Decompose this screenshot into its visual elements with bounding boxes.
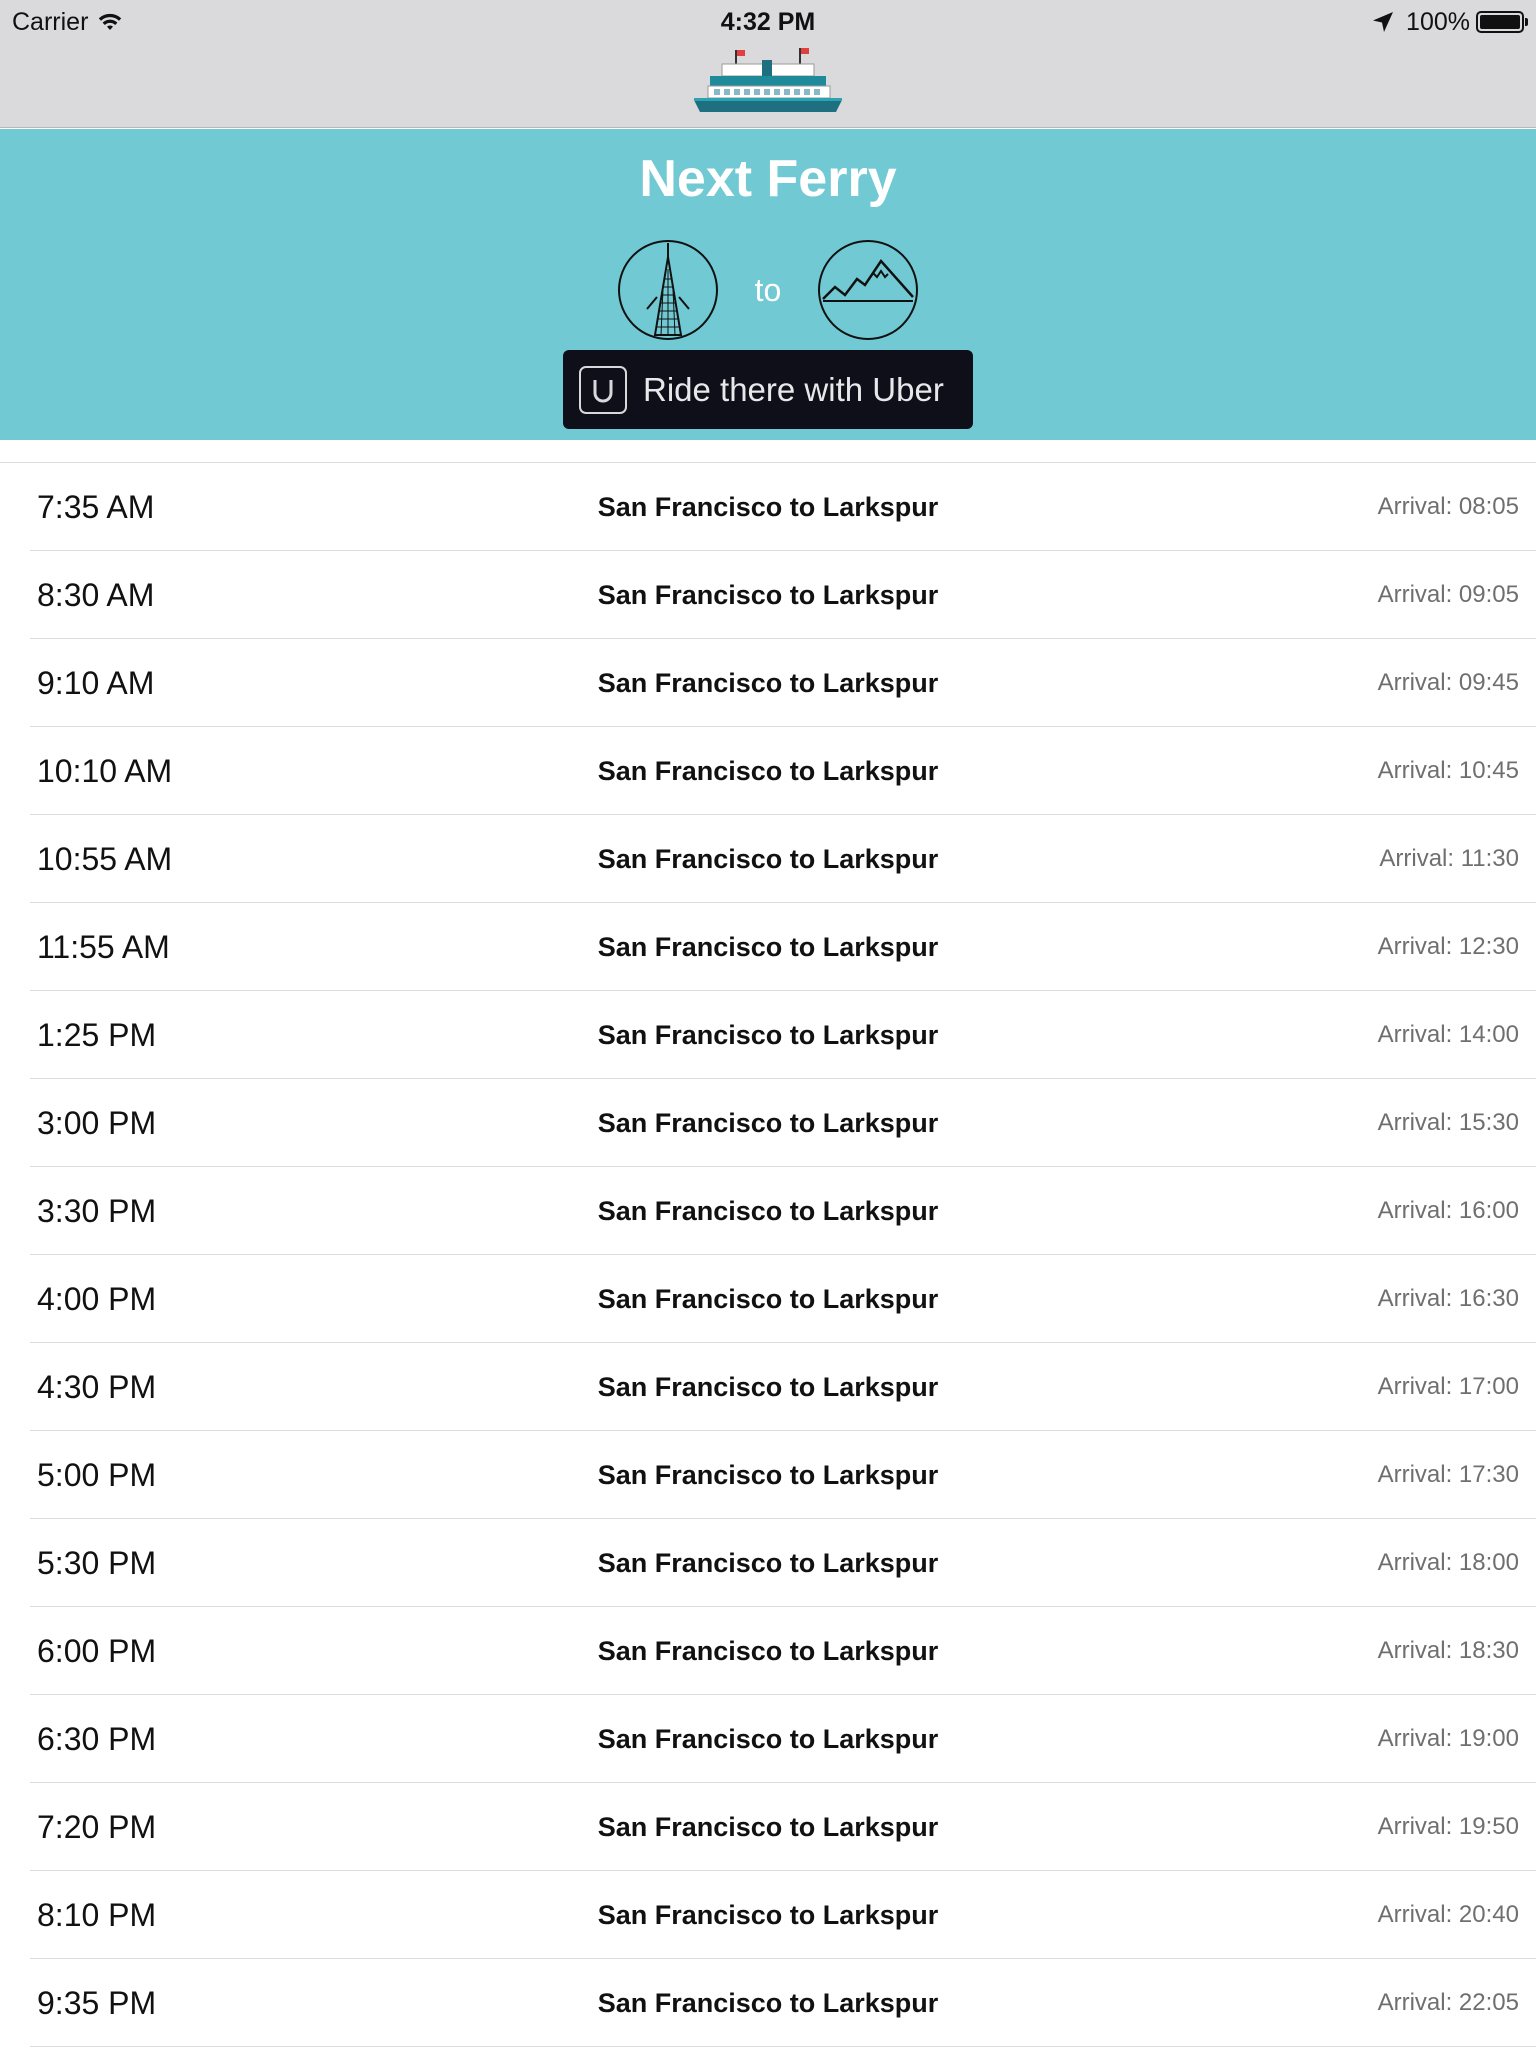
arrival-time: Arrival: 19:00 (1377, 1725, 1519, 1752)
schedule-row[interactable]: 10:55 AM San Francisco to Larkspur Arrival… (0, 815, 1536, 903)
schedule-row[interactable]: 9:10 AM San Francisco to Larkspur Arrival:… (0, 639, 1536, 727)
route-name: San Francisco to Larkspur (597, 492, 939, 522)
uber-logo-icon (579, 365, 627, 414)
route-name: San Francisco to Larkspur (597, 1812, 939, 1842)
arrival-time: Arrival: 08:05 (1377, 493, 1519, 520)
schedule-row[interactable]: 10:10 AM San Francisco to Larkspur Arrival… (0, 727, 1536, 815)
route-name: San Francisco to Larkspur (597, 932, 939, 962)
arrival-time: Arrival: 18:00 (1377, 1549, 1519, 1576)
route-name: San Francisco to Larkspur (597, 1196, 939, 1226)
route-name: San Francisco to Larkspur (597, 1020, 939, 1050)
route-connector-label: to (754, 271, 782, 308)
uber-button-label: Ride there with Uber (643, 370, 944, 408)
schedule-row[interactable]: 7:20 PM San Francisco to Larkspur Arrival:… (0, 1783, 1536, 1871)
navigation-bar: Carrier 4:32 PM 100% (0, 0, 1536, 128)
schedule-row[interactable]: 6:30 PM San Francisco to Larkspur Arrival:… (0, 1695, 1536, 1783)
status-time: 4:32 PM (720, 8, 816, 36)
route-name: San Francisco to Larkspur (597, 1372, 939, 1402)
schedule-row[interactable]: 3:00 PM San Francisco to Larkspur Arrival:… (0, 1079, 1536, 1167)
status-bar-right: 100% (1372, 4, 1528, 40)
schedule-row[interactable]: 5:30 PM San Francisco to Larkspur Arrival:… (0, 1519, 1536, 1607)
schedule-row[interactable]: 8:30 AM San Francisco to Larkspur Arrival:… (0, 551, 1536, 639)
page-title: Next Ferry (639, 150, 897, 208)
schedule-row[interactable]: 1:25 PM San Francisco to Larkspur Arrival:… (0, 991, 1536, 1079)
ferry-schedule-list: 7:35 AM San Francisco to Larkspur Arrival:… (0, 440, 1536, 2047)
arrival-time: Arrival: 09:05 (1377, 581, 1519, 608)
schedule-row[interactable]: 8:10 PM San Francisco to Larkspur Arrival:… (0, 1871, 1536, 1959)
arrival-time: Arrival: 09:45 (1377, 669, 1519, 696)
schedule-row[interactable]: 4:30 PM San Francisco to Larkspur Arrival:… (0, 1343, 1536, 1431)
arrival-time: Arrival: 16:30 (1377, 1285, 1519, 1312)
battery-percent: 100% (1406, 7, 1470, 36)
arrival-time: Arrival: 15:30 (1377, 1109, 1519, 1136)
mountain-icon[interactable] (817, 239, 919, 341)
hero-banner: Next Ferry to Ride there with Uber (0, 129, 1536, 440)
transamerica-pyramid-icon[interactable] (617, 239, 719, 341)
arrival-time: Arrival: 11:30 (1379, 845, 1519, 872)
arrival-time: Arrival: 12:30 (1377, 933, 1519, 960)
route-name: San Francisco to Larkspur (597, 1108, 939, 1138)
arrival-time: Arrival: 19:50 (1377, 1813, 1519, 1840)
arrival-time: Arrival: 22:05 (1377, 1989, 1519, 2016)
schedule-row[interactable]: 6:00 PM San Francisco to Larkspur Arrival:… (0, 1607, 1536, 1695)
route-selector: to (0, 239, 1536, 341)
schedule-row[interactable]: 5:00 PM San Francisco to Larkspur Arrival:… (0, 1431, 1536, 1519)
arrival-time: Arrival: 17:30 (1377, 1461, 1519, 1488)
route-name: San Francisco to Larkspur (597, 1724, 939, 1754)
route-name: San Francisco to Larkspur (597, 668, 939, 698)
arrival-time: Arrival: 16:00 (1377, 1197, 1519, 1224)
arrival-time: Arrival: 20:40 (1377, 1901, 1519, 1928)
battery-icon (1476, 11, 1528, 33)
schedule-row[interactable]: 4:00 PM San Francisco to Larkspur Arrival:… (0, 1255, 1536, 1343)
location-arrow-icon (1373, 12, 1394, 32)
arrival-time: Arrival: 10:45 (1377, 757, 1519, 784)
list-divider (0, 440, 1536, 463)
ride-with-uber-button[interactable]: Ride there with Uber (563, 350, 973, 429)
schedule-row[interactable]: 11:55 AM San Francisco to Larkspur Arrival… (0, 903, 1536, 991)
route-name: San Francisco to Larkspur (597, 844, 939, 874)
route-name: San Francisco to Larkspur (597, 1548, 939, 1578)
arrival-time: Arrival: 17:00 (1377, 1373, 1519, 1400)
route-name: San Francisco to Larkspur (597, 1460, 939, 1490)
route-name: San Francisco to Larkspur (597, 1988, 939, 2018)
schedule-row[interactable]: 3:30 PM San Francisco to Larkspur Arrival:… (0, 1167, 1536, 1255)
route-name: San Francisco to Larkspur (597, 580, 939, 610)
schedule-row[interactable]: 7:35 AM San Francisco to Larkspur Arrival:… (0, 463, 1536, 551)
route-name: San Francisco to Larkspur (597, 1636, 939, 1666)
route-name: San Francisco to Larkspur (597, 756, 939, 786)
route-name: San Francisco to Larkspur (597, 1284, 939, 1314)
ferry-icon (694, 48, 842, 112)
schedule-row[interactable]: 9:35 PM San Francisco to Larkspur Arrival:… (0, 1959, 1536, 2047)
arrival-time: Arrival: 18:30 (1377, 1637, 1519, 1664)
route-name: San Francisco to Larkspur (597, 1900, 939, 1930)
arrival-time: Arrival: 14:00 (1377, 1021, 1519, 1048)
